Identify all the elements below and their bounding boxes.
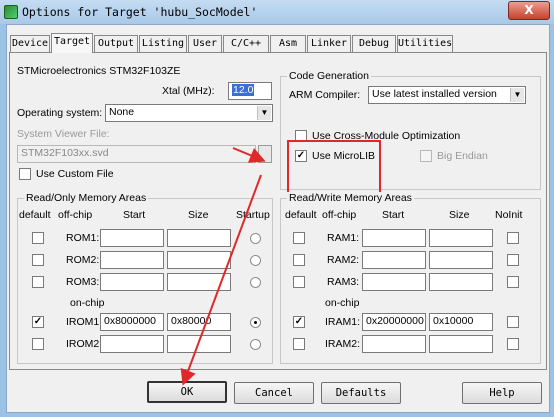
tab-target[interactable]: Target [51, 33, 93, 53]
arrow-to-ok [180, 174, 262, 386]
arrow-to-microlib [232, 147, 266, 163]
annotation-arrows [180, 147, 266, 386]
